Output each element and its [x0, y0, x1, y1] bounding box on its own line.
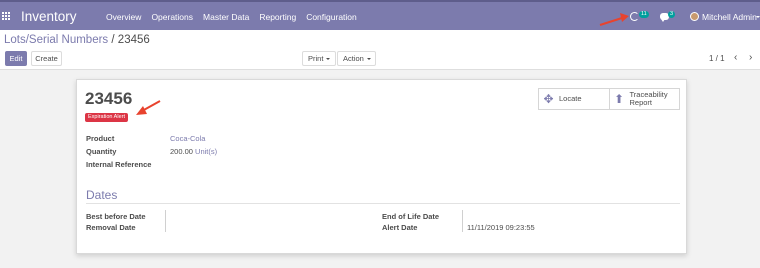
breadcrumb-separator: / — [111, 34, 115, 46]
internal-reference-label: Internal Reference — [86, 160, 152, 169]
activity-count-badge: 11 — [639, 11, 649, 18]
quantity-label: Quantity — [86, 147, 117, 156]
arrow-up-icon: ⬆ — [613, 91, 625, 106]
top-navbar: Inventory Overview Operations Master Dat… — [0, 0, 760, 30]
quantity-value: 200.00 Unit(s) — [170, 147, 217, 156]
print-label: Print — [308, 54, 324, 63]
quantity-number: 200.00 — [170, 147, 193, 156]
breadcrumb: Lots/Serial Numbers / 23456 — [4, 34, 150, 46]
main-menu: Overview Operations Master Data Reportin… — [106, 12, 367, 22]
best-before-date-label: Best before Date — [86, 212, 146, 221]
app-title[interactable]: Inventory — [21, 9, 77, 24]
dates-section-title: Dates — [86, 188, 118, 202]
menu-item-configuration[interactable]: Configuration — [306, 12, 357, 22]
alert-date-label: Alert Date — [382, 223, 418, 232]
action-label: Action — [343, 54, 364, 63]
removal-date-label: Removal Date — [86, 223, 136, 232]
breadcrumb-current: 23456 — [117, 34, 150, 46]
create-button[interactable]: Create — [31, 51, 62, 66]
section-divider — [86, 203, 680, 204]
menu-item-overview[interactable]: Overview — [106, 12, 141, 22]
edit-button[interactable]: Edit — [5, 51, 27, 66]
clock-icon[interactable] — [630, 12, 639, 21]
pager-value[interactable]: 1 / 1 — [709, 54, 725, 63]
avatar[interactable] — [690, 12, 699, 21]
traceability-label: Traceability Report — [629, 90, 668, 107]
product-label: Product — [86, 134, 115, 143]
field-separator — [165, 210, 166, 232]
menu-item-operations[interactable]: Operations — [151, 12, 193, 22]
field-separator — [462, 210, 463, 232]
chevron-down-icon[interactable] — [756, 16, 760, 18]
expiration-alert-badge: Expiration Alert — [85, 113, 128, 122]
apps-icon[interactable] — [2, 12, 10, 20]
user-menu[interactable]: Mitchell Admin — [702, 12, 757, 22]
smart-button-box: ✥ Locate ⬆ Traceability Report — [538, 88, 680, 110]
pager-next-button[interactable]: › — [749, 53, 752, 63]
print-dropdown[interactable]: Print — [302, 51, 336, 66]
pager-previous-button[interactable]: ‹ — [734, 53, 737, 63]
quantity-uom-link[interactable]: Unit(s) — [195, 147, 217, 156]
arrows-icon: ✥ — [543, 91, 554, 106]
locate-label: Locate — [559, 94, 582, 103]
breadcrumb-parent[interactable]: Lots/Serial Numbers — [4, 34, 108, 46]
menu-item-master-data[interactable]: Master Data — [203, 12, 249, 22]
product-link[interactable]: Coca-Cola — [170, 134, 205, 143]
menu-item-reporting[interactable]: Reporting — [259, 12, 296, 22]
caret-down-icon — [326, 58, 331, 61]
record-title: 23456 — [85, 89, 133, 108]
messages-count-badge: 3 — [668, 11, 676, 18]
alert-date-value: 11/11/2019 09:23:55 — [467, 223, 535, 232]
locate-button[interactable]: ✥ Locate — [539, 89, 610, 109]
traceability-report-button[interactable]: ⬆ Traceability Report — [609, 89, 679, 109]
end-of-life-date-label: End of Life Date — [382, 212, 440, 221]
caret-down-icon — [366, 58, 371, 61]
action-dropdown[interactable]: Action — [337, 51, 376, 66]
